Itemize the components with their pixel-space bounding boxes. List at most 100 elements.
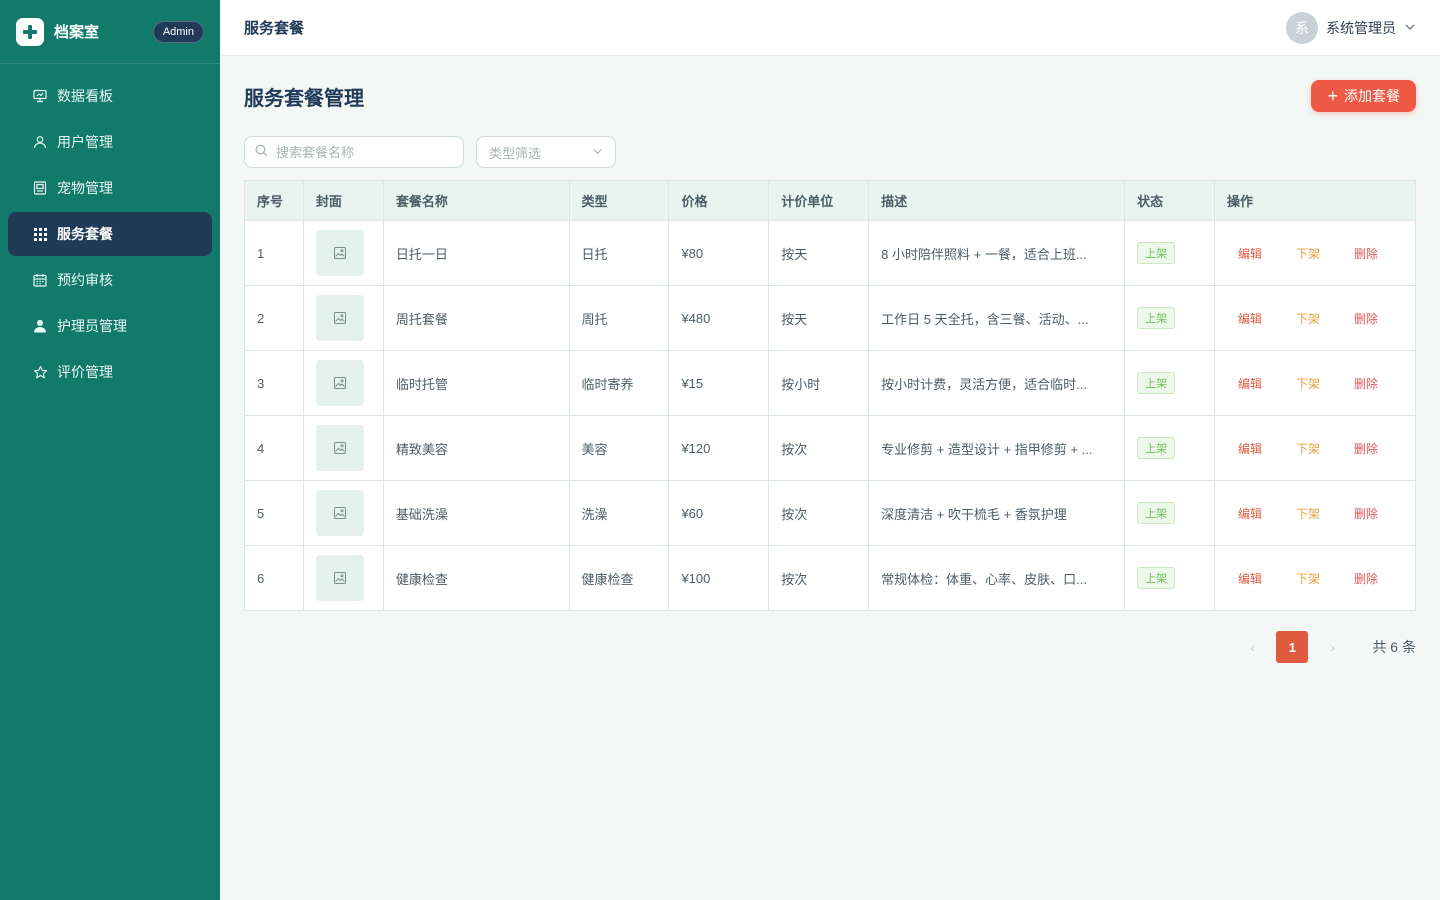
star-icon [32,364,48,380]
off-shelf-button[interactable]: 下架 [1296,310,1320,327]
delete-button[interactable]: 删除 [1354,375,1378,392]
row-index: 1 [244,220,304,286]
plus-icon: + [1327,86,1338,106]
package-price: ¥100 [668,545,770,611]
package-price: ¥60 [668,480,770,546]
package-description: 深度清洁 + 吹干梳毛 + 香氛护理 [868,480,1126,546]
sidebar-item-users[interactable]: 用户管理 [8,120,212,164]
edit-button[interactable]: 编辑 [1238,570,1262,587]
sidebar-item-label: 评价管理 [57,364,113,380]
status-cell: 上架 [1124,350,1216,416]
package-type: 洗澡 [569,480,670,546]
user-name: 系统管理员 [1326,19,1396,36]
row-index: 3 [244,350,304,416]
status-cell: 上架 [1124,480,1216,546]
status-badge: 上架 [1137,372,1176,394]
off-shelf-button[interactable]: 下架 [1296,245,1320,262]
person-solid-icon [32,318,48,334]
status-badge: 上架 [1137,567,1176,589]
filter-bar: 类型筛选 [244,136,1416,180]
delete-button[interactable]: 删除 [1354,570,1378,587]
edit-button[interactable]: 编辑 [1238,505,1262,522]
edit-button[interactable]: 编辑 [1238,440,1262,457]
sidebar-item-service-packages[interactable]: 服务套餐 [8,212,212,256]
package-type: 日托 [569,220,670,286]
sidebar-item-dashboard[interactable]: 数据看板 [8,74,212,118]
status-badge: 上架 [1137,307,1176,329]
off-shelf-button[interactable]: 下架 [1296,440,1320,457]
sidebar-nav: 数据看板 用户管理 宠物管理 服务套餐 预约审核 护理员管理 评价管理 [0,64,220,394]
sidebar-item-label: 宠物管理 [57,180,113,196]
image-placeholder-icon [315,555,364,601]
row-index: 4 [244,415,304,481]
status-badge: 上架 [1137,502,1176,524]
prev-page-button[interactable]: ‹ [1236,631,1268,663]
admin-badge: Admin [152,20,204,43]
brand-title: 档案室 [54,24,100,41]
actions-cell: 编辑 下架 删除 [1214,285,1416,351]
off-shelf-button[interactable]: 下架 [1296,570,1320,587]
off-shelf-button[interactable]: 下架 [1296,375,1320,392]
delete-button[interactable]: 删除 [1354,440,1378,457]
package-description: 按小时计费，灵活方便，适合临时... [868,350,1126,416]
page-head: 服务套餐管理 + 添加套餐 [244,56,1416,136]
row-index: 2 [244,285,304,351]
sidebar-item-bookings[interactable]: 预约审核 [8,258,212,302]
package-type: 临时寄养 [569,350,670,416]
status-badge: 上架 [1137,242,1176,264]
cover-cell [303,350,384,416]
search-input[interactable] [276,144,446,160]
sidebar-item-label: 用户管理 [57,134,113,150]
page-title: 服务套餐管理 [244,87,364,110]
status-badge: 上架 [1137,437,1176,459]
sidebar-item-label: 预约审核 [57,272,113,288]
cover-cell [303,545,384,611]
edit-button[interactable]: 编辑 [1238,245,1262,262]
row-index: 5 [244,480,304,546]
calendar-icon [32,272,48,288]
edit-button[interactable]: 编辑 [1238,310,1262,327]
pricing-unit: 按天 [768,220,870,286]
search-box[interactable] [244,136,464,168]
sidebar-item-pets[interactable]: 宠物管理 [8,166,212,210]
table-row: 2 周托套餐 周托 ¥480 按天 工作日 5 天全托，含三餐、活动、... 上架 编辑 下架 删… [244,285,1416,351]
actions-cell: 编辑 下架 删除 [1214,545,1416,611]
type-filter-select[interactable]: 类型筛选 [476,136,616,168]
table-row: 5 基础洗澡 洗澡 ¥60 按次 深度清洁 + 吹干梳毛 + 香氛护理 上架 编辑 下架 删除 [244,480,1416,546]
status-cell: 上架 [1124,415,1216,481]
add-package-button[interactable]: + 添加套餐 [1311,80,1416,112]
sidebar-item-label: 护理员管理 [57,318,127,334]
grid-icon [32,226,48,242]
image-placeholder-icon [315,295,364,341]
search-icon [255,144,268,160]
package-type: 美容 [569,415,670,481]
package-price: ¥120 [668,415,770,481]
page-number-button[interactable]: 1 [1276,631,1309,663]
next-page-button[interactable]: › [1316,631,1348,663]
pricing-unit: 按小时 [768,350,870,416]
package-name: 周托套餐 [383,285,570,351]
column-header: 状态 [1124,180,1216,221]
sidebar-item-caretakers[interactable]: 护理员管理 [8,304,212,348]
avatar: 系 [1286,11,1318,44]
package-name: 日托一日 [383,220,570,286]
main-content: 服务套餐管理 + 添加套餐 类型筛选 序号 封面 套餐名称 类型 价格 计价单位… [244,56,1416,663]
total-count: 共 6 条 [1372,639,1416,655]
user-menu[interactable]: 系 系统管理员 [1286,11,1416,44]
sidebar: 档案室 Admin 数据看板 用户管理 宠物管理 服务套餐 预约审核 护理员管理 [0,0,220,900]
status-cell: 上架 [1124,545,1216,611]
delete-button[interactable]: 删除 [1354,310,1378,327]
delete-button[interactable]: 删除 [1354,245,1378,262]
cover-cell [303,285,384,351]
column-header: 类型 [569,180,670,221]
edit-button[interactable]: 编辑 [1238,375,1262,392]
off-shelf-button[interactable]: 下架 [1296,505,1320,522]
sidebar-item-reviews[interactable]: 评价管理 [8,350,212,394]
sidebar-item-label: 服务套餐 [57,226,113,242]
pagination: ‹ 1 › 共 6 条 [244,631,1416,663]
column-header: 操作 [1214,180,1416,221]
delete-button[interactable]: 删除 [1354,505,1378,522]
package-description: 8 小时陪伴照料 + 一餐，适合上班... [868,220,1126,286]
image-placeholder-icon [315,360,364,406]
package-description: 常规体检：体重、心率、皮肤、口... [868,545,1126,611]
